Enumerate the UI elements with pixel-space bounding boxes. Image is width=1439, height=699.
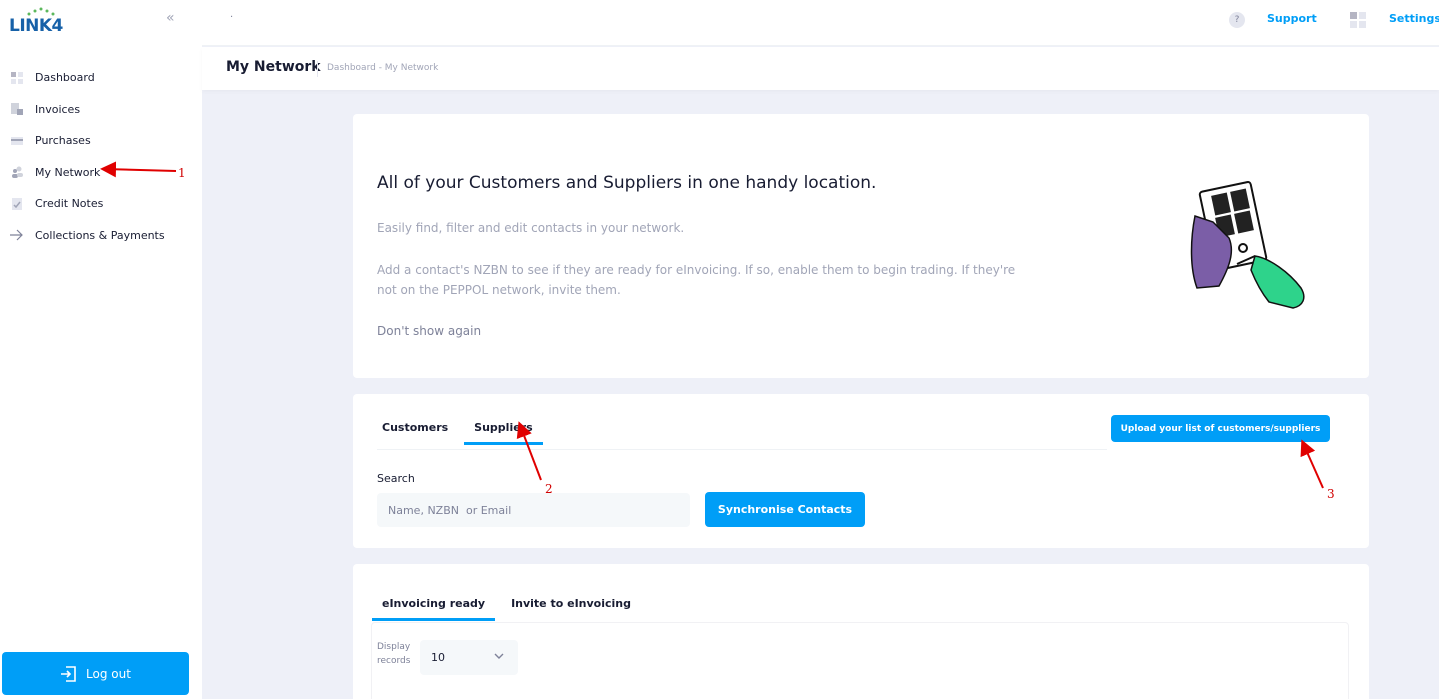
annotation-arrows bbox=[100, 161, 1324, 489]
annotation-number-3: 3 bbox=[1327, 487, 1335, 501]
annotation-arrow-3 bbox=[1300, 439, 1324, 489]
annotation-number-1: 1 bbox=[178, 166, 186, 180]
annotation-arrow-1 bbox=[100, 161, 177, 178]
annotation-number-2: 2 bbox=[545, 482, 553, 496]
annotation-arrow-2 bbox=[516, 421, 542, 481]
